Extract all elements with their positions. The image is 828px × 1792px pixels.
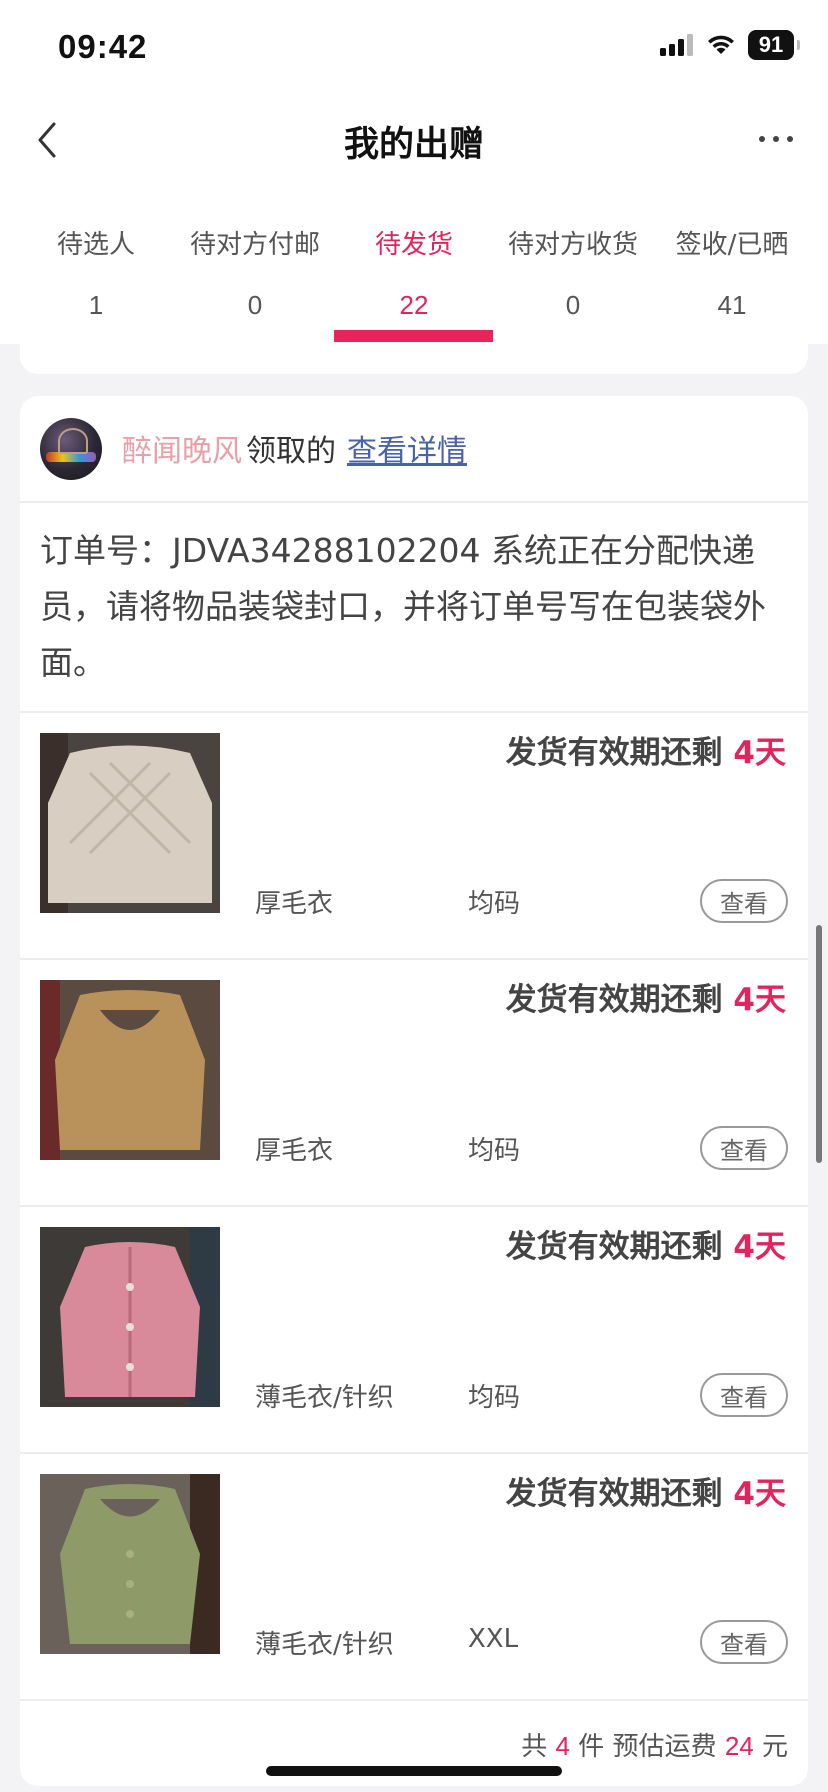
item-thumbnail[interactable]	[40, 1227, 220, 1407]
tab-count: 1	[88, 290, 104, 320]
receiver-name[interactable]: 醉闻晚风	[122, 426, 242, 470]
order-note: 订单号：JDVA34288102204 系统正在分配快递员，请将物品装袋封口，并…	[40, 531, 766, 682]
active-tab-indicator	[334, 330, 493, 342]
order-card: 醉闻晚风 领取的 查看详情 订单号：JDVA34288102204 系统正在分配…	[20, 396, 808, 1786]
list-item: 发货有效期还剩 4天 薄毛衣/针织 均码 查看	[20, 1207, 808, 1454]
summary-suffix: 元	[753, 1732, 788, 1762]
battery-icon: 91	[748, 30, 800, 60]
shipping-fee: 24	[724, 1731, 754, 1761]
claimed-label: 领取的	[246, 434, 336, 469]
deadline-text: 发货有效期还剩	[505, 1476, 734, 1512]
tab-pending-shipment[interactable]: 待发货 22	[334, 186, 494, 344]
view-details-link[interactable]: 查看详情	[347, 426, 467, 470]
tab-label: 待发货	[374, 230, 453, 260]
deadline-text: 发货有效期还剩	[505, 735, 734, 771]
deadline-text: 发货有效期还剩	[505, 1229, 734, 1265]
view-button[interactable]: 查看	[700, 1620, 788, 1664]
list-item: 发货有效期还剩 4天 薄毛衣/针织 XXL 查看	[20, 1454, 808, 1701]
tab-count: 22	[399, 290, 429, 320]
item-category: 薄毛衣/针织	[255, 1630, 394, 1660]
tab-label: 待对方收货	[507, 230, 638, 260]
item-thumbnail[interactable]	[40, 733, 220, 913]
days-remaining: 4天	[733, 1476, 786, 1512]
card-header: 醉闻晚风 领取的 查看详情	[20, 396, 808, 503]
days-remaining: 4天	[733, 735, 786, 771]
status-time: 09:42	[58, 28, 148, 65]
nav-bar: 我的出赠	[0, 96, 828, 186]
item-size: 均码	[468, 889, 521, 919]
tab-pending-postage[interactable]: 待对方付邮 0	[175, 186, 335, 344]
order-summary: 共 4 件 预估运费 24 元	[521, 1726, 788, 1763]
tab-signed-shared[interactable]: 签收/已晒 41	[652, 186, 812, 344]
shipping-deadline: 发货有效期还剩 4天	[506, 1468, 786, 1513]
shipping-deadline: 发货有效期还剩 4天	[506, 1221, 786, 1266]
list-item: 发货有效期还剩 4天 厚毛衣 均码 查看	[20, 713, 808, 960]
scrollbar[interactable]	[816, 925, 822, 1163]
item-thumbnail[interactable]	[40, 1474, 220, 1654]
status-bar: 09:42 91	[0, 0, 828, 96]
shipping-deadline: 发货有效期还剩 4天	[506, 727, 786, 772]
view-button[interactable]: 查看	[700, 879, 788, 923]
summary-middle: 件 预估运费	[570, 1732, 725, 1762]
item-category: 厚毛衣	[255, 889, 334, 919]
item-category: 薄毛衣/针织	[255, 1383, 394, 1413]
wifi-icon	[708, 35, 734, 54]
item-size: 均码	[468, 1136, 521, 1166]
item-category: 厚毛衣	[255, 1136, 334, 1166]
home-indicator[interactable]	[266, 1766, 562, 1776]
deadline-text: 发货有效期还剩	[505, 982, 734, 1018]
tab-label: 待选人	[56, 230, 135, 260]
shipping-deadline: 发货有效期还剩 4天	[506, 974, 786, 1019]
view-button[interactable]: 查看	[700, 1126, 788, 1170]
item-size: 均码	[468, 1383, 521, 1413]
item-thumbnail[interactable]	[40, 980, 220, 1160]
previous-card-edge	[20, 344, 808, 374]
cellular-signal-icon	[660, 34, 693, 56]
page-title: 我的出赠	[343, 125, 484, 165]
tab-pending-select[interactable]: 待选人 1	[16, 186, 176, 344]
days-remaining: 4天	[733, 982, 786, 1018]
tab-count: 0	[247, 290, 263, 320]
avatar[interactable]	[40, 418, 102, 480]
status-tabs: 待选人 1 待对方付邮 0 待发货 22 待对方收货 0 签收/已晒 41	[0, 186, 828, 344]
item-count: 4	[555, 1731, 571, 1761]
more-icon[interactable]	[756, 132, 796, 146]
tab-pending-receipt[interactable]: 待对方收货 0	[493, 186, 653, 344]
tab-label: 待对方付邮	[189, 230, 320, 260]
summary-prefix: 共	[521, 1732, 556, 1762]
item-size: XXL	[468, 1624, 519, 1654]
tab-count: 0	[565, 290, 581, 320]
list-item: 发货有效期还剩 4天 厚毛衣 均码 查看	[20, 960, 808, 1207]
days-remaining: 4天	[733, 1229, 786, 1265]
tab-count: 41	[717, 290, 747, 320]
tab-label: 签收/已晒	[675, 230, 789, 260]
status-icons: 91	[660, 30, 800, 60]
view-button[interactable]: 查看	[700, 1373, 788, 1417]
